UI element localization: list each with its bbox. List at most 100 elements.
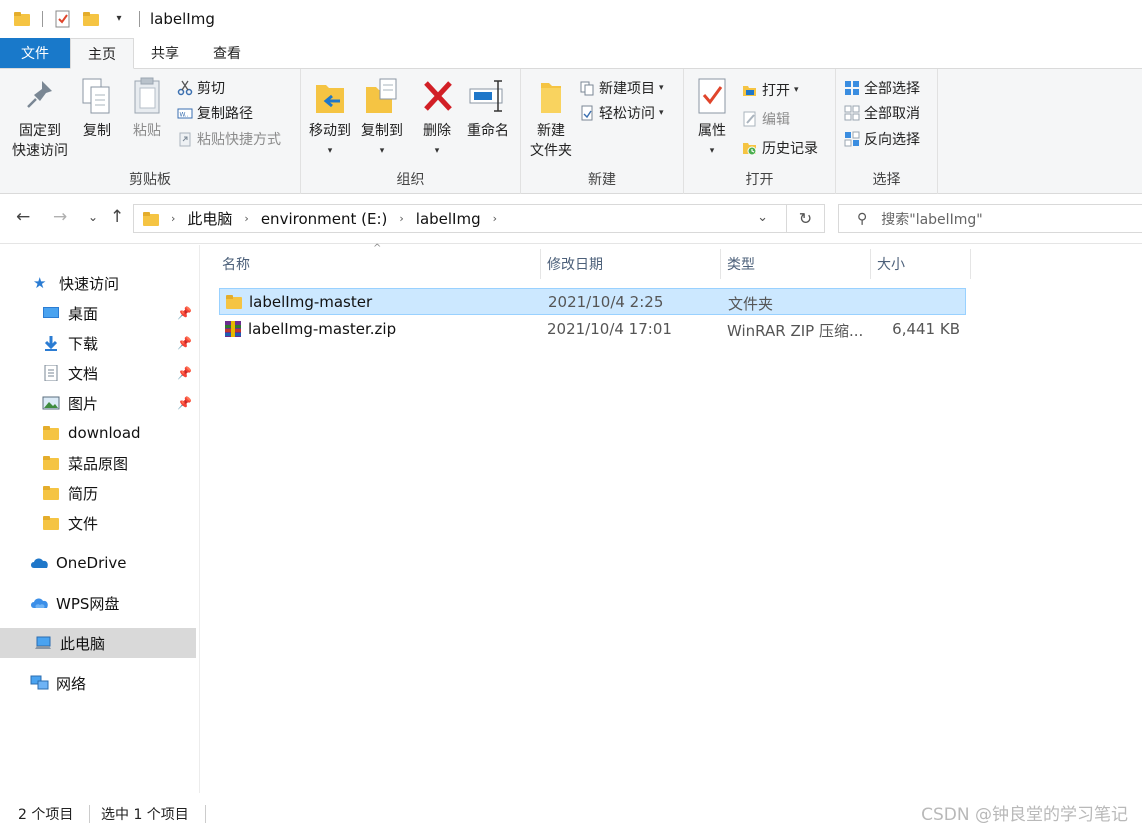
breadcrumb-this-pc[interactable]: 此电脑 bbox=[187, 208, 232, 229]
pin-icon bbox=[20, 75, 60, 117]
paste-shortcut-button[interactable]: 粘贴快捷方式 bbox=[177, 128, 281, 150]
new-item-button[interactable]: 新建项目 ▾ bbox=[579, 77, 664, 99]
nav-network[interactable]: 网络 bbox=[0, 668, 196, 698]
column-header-label: 大小 bbox=[877, 257, 905, 273]
address-dropdown-icon[interactable]: ⌄ bbox=[757, 210, 768, 225]
search-box[interactable]: ⚲ 搜索"labelImg" bbox=[838, 204, 1142, 233]
new-folder-icon[interactable] bbox=[82, 10, 100, 28]
tab-share[interactable]: 共享 bbox=[134, 38, 196, 68]
breadcrumb-chevron-icon[interactable]: › bbox=[493, 212, 497, 225]
new-folder-label-1: 新建 bbox=[537, 123, 565, 139]
nav-item-documents[interactable]: 文档 📌 bbox=[0, 358, 196, 388]
nav-item-download-folder[interactable]: download bbox=[0, 418, 196, 448]
address-bar[interactable]: › 此电脑 › environment (E:) › labelImg › ⌄ … bbox=[133, 204, 825, 233]
customize-toolbar-icon[interactable]: ▾ bbox=[110, 10, 128, 28]
column-header-size[interactable]: 大小 bbox=[871, 249, 971, 279]
history-button[interactable]: 历史记录 bbox=[742, 137, 818, 159]
back-arrow-icon[interactable]: ← bbox=[16, 207, 30, 227]
tab-home[interactable]: 主页 bbox=[70, 38, 134, 69]
invert-selection-button[interactable]: 反向选择 bbox=[844, 128, 920, 150]
rename-button[interactable]: 重命名 bbox=[463, 75, 513, 141]
cut-button[interactable]: 剪切 bbox=[177, 77, 225, 99]
pin-icon[interactable]: 📌 bbox=[177, 366, 192, 380]
forward-arrow-icon[interactable]: → bbox=[53, 207, 67, 227]
edit-button[interactable]: 编辑 bbox=[742, 108, 790, 130]
nav-item-pictures[interactable]: 图片 📌 bbox=[0, 388, 196, 418]
clipboard-group: 固定到 快速访问 复制 粘贴 剪切 W.. 复制路径 粘贴快捷方式 剪贴板 bbox=[0, 69, 301, 194]
column-header-label: 名称 bbox=[222, 257, 250, 273]
tab-view[interactable]: 查看 bbox=[196, 38, 258, 68]
copy-to-icon bbox=[362, 75, 402, 117]
open-button[interactable]: 打开 ▾ bbox=[742, 79, 799, 101]
column-header-name[interactable]: 名称 bbox=[216, 249, 541, 279]
nav-item-resume[interactable]: 简历 bbox=[0, 478, 196, 508]
pin-icon[interactable]: 📌 bbox=[177, 396, 192, 410]
navigation-bar: ← → ⌄ ↑ › 此电脑 › environment (E:) › label… bbox=[0, 194, 1142, 244]
breadcrumb-chevron-icon[interactable]: › bbox=[244, 212, 248, 225]
star-icon: ★ bbox=[33, 274, 47, 292]
nav-network-label: 网络 bbox=[56, 674, 87, 693]
ribbon: 固定到 快速访问 复制 粘贴 剪切 W.. 复制路径 粘贴快捷方式 剪贴板 移动… bbox=[0, 69, 1142, 194]
nav-item-label: 文档 bbox=[68, 364, 99, 383]
document-icon bbox=[42, 364, 60, 382]
move-to-label: 移动到 bbox=[309, 123, 351, 139]
breadcrumb-chevron-icon[interactable]: › bbox=[171, 212, 175, 225]
nav-wps-drive[interactable]: WPS网盘 bbox=[0, 588, 196, 618]
copy-to-button[interactable]: 复制到 ▾ bbox=[356, 75, 408, 161]
new-folder-icon bbox=[531, 75, 571, 117]
copy-button[interactable]: 复制 bbox=[76, 75, 118, 141]
properties-button[interactable]: 属性 ▾ bbox=[692, 75, 732, 161]
properties-label: 属性 bbox=[698, 123, 726, 139]
title-bar: ▾ labelImg bbox=[0, 0, 1142, 38]
nav-item-downloads[interactable]: 下载 📌 bbox=[0, 328, 196, 358]
history-label: 历史记录 bbox=[762, 141, 818, 157]
tab-file[interactable]: 文件 bbox=[0, 38, 70, 68]
easy-access-icon bbox=[579, 105, 595, 121]
breadcrumb-drive[interactable]: environment (E:) bbox=[261, 210, 388, 228]
column-header-date[interactable]: 修改日期 bbox=[541, 249, 721, 279]
copy-path-button[interactable]: W.. 复制路径 bbox=[177, 102, 253, 124]
nav-item-desktop[interactable]: 桌面 📌 bbox=[0, 298, 196, 328]
up-arrow-icon[interactable]: ↑ bbox=[110, 207, 124, 227]
breadcrumb-current-folder[interactable]: labelImg bbox=[416, 210, 481, 228]
easy-access-button[interactable]: 轻松访问 ▾ bbox=[579, 102, 664, 124]
nav-item-label: 下载 bbox=[68, 334, 99, 353]
select-all-button[interactable]: 全部选择 bbox=[844, 77, 920, 99]
nav-onedrive[interactable]: OneDrive bbox=[0, 548, 196, 578]
pin-icon[interactable]: 📌 bbox=[177, 336, 192, 350]
paste-label: 粘贴 bbox=[133, 123, 161, 139]
recent-locations-chevron-icon[interactable]: ⌄ bbox=[88, 210, 98, 224]
nav-item-label: 简历 bbox=[68, 484, 99, 503]
pin-label-1: 固定到 bbox=[19, 123, 61, 139]
nav-wps-label: WPS网盘 bbox=[56, 594, 120, 613]
folder-icon bbox=[226, 295, 242, 309]
refresh-icon[interactable]: ↻ bbox=[786, 205, 824, 232]
file-row[interactable]: labelImg-master 2021/10/4 2:25 文件夹 bbox=[219, 288, 966, 315]
pin-to-quick-access-button[interactable]: 固定到 快速访问 bbox=[6, 75, 74, 161]
status-divider bbox=[89, 805, 90, 823]
breadcrumb-chevron-icon[interactable]: › bbox=[399, 212, 403, 225]
nav-quick-access[interactable]: ★ 快速访问 bbox=[0, 268, 196, 298]
nav-this-pc[interactable]: 此电脑 bbox=[0, 628, 196, 658]
delete-dropdown-icon: ▾ bbox=[434, 146, 440, 156]
nav-item-label: 桌面 bbox=[68, 304, 99, 323]
pin-icon[interactable]: 📌 bbox=[177, 306, 192, 320]
paste-button[interactable]: 粘贴 bbox=[124, 75, 170, 141]
svg-text:W..: W.. bbox=[180, 112, 189, 119]
move-to-button[interactable]: 移动到 ▾ bbox=[305, 75, 355, 161]
delete-button[interactable]: 删除 ▾ bbox=[418, 75, 456, 161]
column-header-type[interactable]: 类型 bbox=[721, 249, 871, 279]
desktop-icon bbox=[42, 305, 60, 321]
column-header-label: 修改日期 bbox=[547, 257, 603, 273]
file-row[interactable]: labelImg-master.zip 2021/10/4 17:01 WinR… bbox=[219, 316, 966, 343]
select-none-button[interactable]: 全部取消 bbox=[844, 102, 920, 124]
nav-item-label: 菜品原图 bbox=[68, 454, 129, 473]
nav-item-files[interactable]: 文件 bbox=[0, 508, 196, 538]
new-folder-button[interactable]: 新建 文件夹 bbox=[525, 75, 577, 161]
nav-item-dish-images[interactable]: 菜品原图 bbox=[0, 448, 196, 478]
file-name: labelImg-master bbox=[249, 293, 373, 311]
cloud-icon bbox=[30, 555, 48, 571]
select-none-icon bbox=[844, 105, 860, 121]
copy-label: 复制 bbox=[83, 123, 111, 139]
properties-check-icon[interactable] bbox=[54, 10, 72, 28]
